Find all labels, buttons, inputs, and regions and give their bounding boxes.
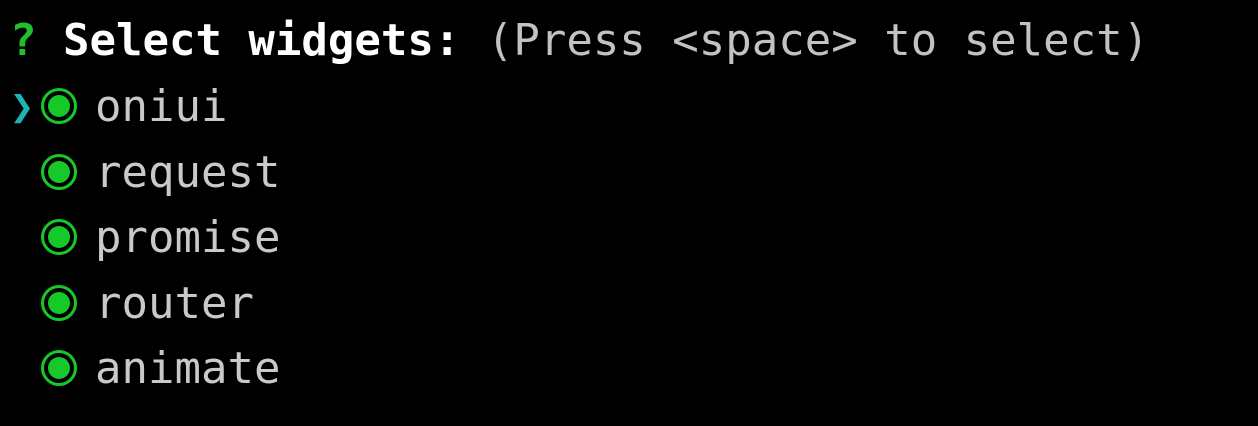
radio-checked-icon[interactable] — [41, 219, 77, 255]
radio-checked-icon[interactable] — [41, 153, 77, 190]
choice-label: oniui — [95, 81, 228, 132]
radio-checked-icon[interactable] — [41, 284, 77, 321]
choice-item-oniui[interactable]: ❯ oniui — [0, 75, 600, 141]
prompt-question: Select widgets: — [63, 15, 461, 66]
terminal-window: ? Select widgets: (Press <space> to sele… — [0, 0, 1258, 426]
prompt-line: ? Select widgets: (Press <space> to sele… — [10, 13, 1149, 69]
question-mark-icon: ? — [10, 15, 37, 66]
choice-label: router — [95, 277, 254, 329]
choice-label: animate — [95, 343, 281, 394]
cursor-chevron-icon: ❯ — [10, 84, 35, 130]
choice-item-promise[interactable]: promise — [0, 206, 600, 272]
choice-item-router[interactable]: router — [0, 272, 600, 338]
choice-item-request[interactable]: request — [0, 141, 600, 207]
choice-label: promise — [95, 212, 281, 263]
choice-item-animate[interactable]: animate — [0, 337, 600, 403]
radio-checked-icon[interactable] — [41, 350, 77, 386]
choice-list: ❯ oniui request promise router animate — [0, 75, 600, 403]
radio-checked-icon[interactable] — [41, 88, 77, 124]
prompt-hint: (Press <space> to select) — [486, 15, 1150, 66]
choice-label: request — [95, 146, 281, 198]
